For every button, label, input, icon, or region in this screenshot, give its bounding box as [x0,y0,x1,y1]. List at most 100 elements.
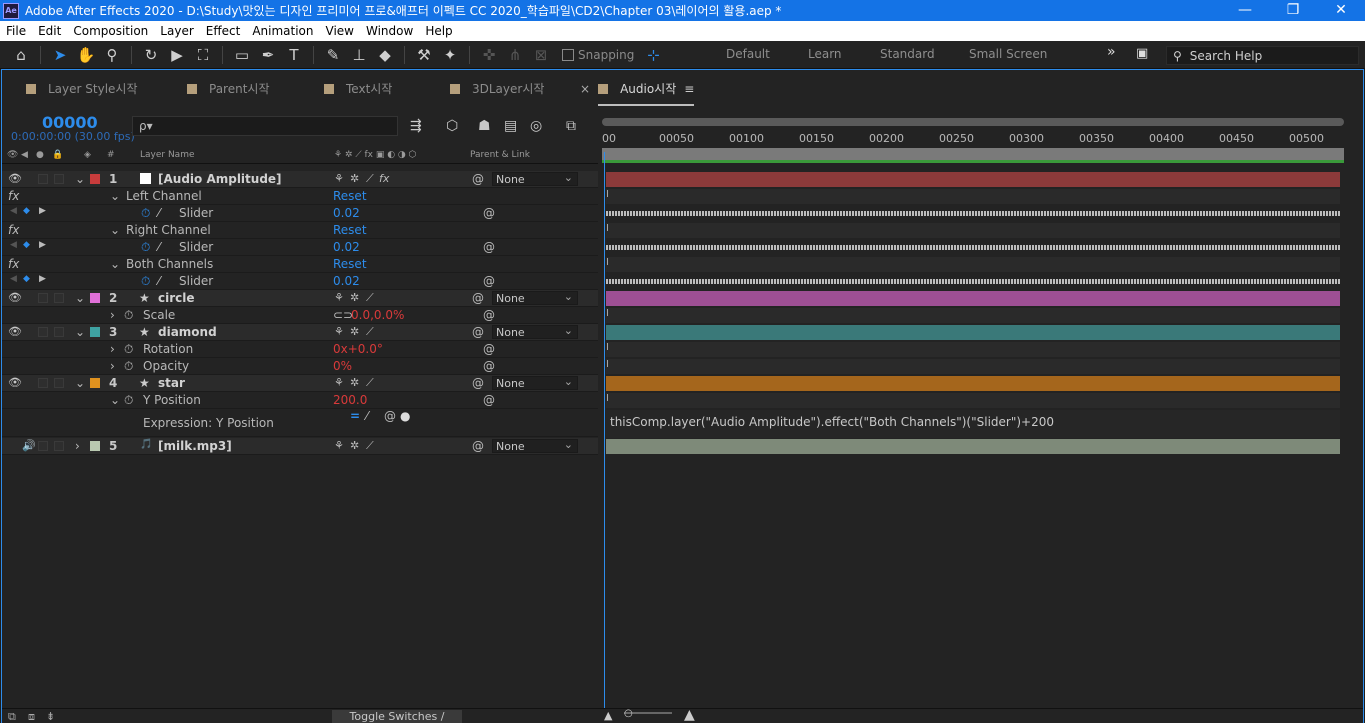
more-workspaces-icon[interactable]: » [1107,44,1116,60]
lock-switch[interactable] [54,174,64,184]
layer-duration-bar[interactable] [606,172,1340,187]
menu-animation[interactable]: Animation [246,24,319,38]
parent-dropdown[interactable]: None ⌄ [492,439,578,453]
label-color-swatch[interactable] [90,174,100,184]
expand-arrow-icon[interactable]: › [110,359,115,373]
hand-tool-icon[interactable]: ✋ [75,44,97,66]
view-axis-icon[interactable]: ⊠ [530,44,552,66]
effect-switch-icon[interactable]: ⟋ [366,172,374,186]
menu-window[interactable]: Window [360,24,419,38]
property-value[interactable]: 0.0,0.0% [351,308,404,322]
keyframe-marker-icon[interactable]: I [606,257,609,268]
solo-switch[interactable] [38,441,48,451]
workspace-small-screen[interactable]: Small Screen [969,47,1047,61]
fx-switch-icon[interactable]: fx [379,172,389,185]
keyframe-marker-icon[interactable]: I [606,308,609,319]
selection-tool-icon[interactable]: ➤ [49,44,71,66]
time-ruler[interactable]: 00 00050 00100 00150 00200 00250 00300 0… [602,118,1354,145]
effect-reset-link[interactable]: Reset [333,189,367,203]
label-color-swatch[interactable] [90,441,100,451]
expression-row[interactable]: Expression: Y Position = ⁄ @ ● [2,409,598,437]
stopwatch-icon[interactable]: ⏱ [141,240,150,255]
fx-icon[interactable]: fx [8,223,19,237]
property-value[interactable]: 0.02 [333,240,360,254]
lock-switch[interactable] [54,441,64,451]
menu-layer[interactable]: Layer [154,24,199,38]
layer-row[interactable]: 👁 ⌄ 3 ★ diamond ⚘ ✲ ⟋ @ None ⌄ [2,324,598,341]
graph-icon[interactable]: ⁄ [158,274,160,288]
pick-whip-icon[interactable]: @ [472,325,484,339]
menu-composition[interactable]: Composition [67,24,154,38]
expression-pick-whip-icon[interactable]: @ [384,409,396,423]
collapse-arrow-icon[interactable]: ⌄ [75,376,85,390]
expand-arrow-icon[interactable]: › [110,308,115,322]
pick-whip-icon[interactable]: @ [483,308,495,322]
menu-effect[interactable]: Effect [200,24,247,38]
keyframe-marker-icon[interactable]: I [606,342,609,353]
audio-speaker-icon[interactable]: 🔊 [22,439,36,452]
graph-editor-icon[interactable]: ⧉ [566,118,576,134]
quality-switch-icon[interactable]: ✲ [350,172,359,185]
restore-button[interactable]: ❐ [1269,0,1317,21]
visibility-eye-icon[interactable]: 👁 [8,172,22,185]
parent-dropdown[interactable]: None ⌄ [492,376,578,390]
shy-switch-icon[interactable]: ⚘ [334,291,344,304]
layer-duration-bar[interactable] [606,325,1340,340]
collapse-arrow-icon[interactable]: ⌄ [110,189,120,203]
prev-keyframe-icon[interactable]: ◀ [10,240,17,250]
layer-search-input[interactable]: ρ▾ [132,116,398,136]
keyframe-diamond-icon[interactable]: ◆ [23,206,30,216]
visibility-eye-icon[interactable]: 👁 [8,291,22,304]
in-out-toggle-icon[interactable]: ⇟ [46,710,55,723]
layer-row[interactable]: 👁 ⌄ 1 [Audio Amplitude] ⚘ ✲ ⟋ fx @ None ⌄ [2,171,598,188]
quality-switch-icon[interactable]: ✲ [350,291,359,304]
layer-duration-bar[interactable] [606,291,1340,306]
solo-switch[interactable] [38,293,48,303]
workspace-standard[interactable]: Standard [880,47,935,61]
zoom-in-icon[interactable]: ▲ [684,707,695,723]
property-row[interactable]: ◀ ◆ ▶ ⏱ ⁄ Slider 0.02 @ [2,273,598,290]
menu-help[interactable]: Help [419,24,458,38]
search-help-field[interactable]: ⚲ Search Help [1166,46,1359,65]
zoom-tool-icon[interactable]: ⚲ [101,44,123,66]
toggle-switches-modes-button[interactable]: Toggle Switches / Modes [332,710,462,723]
tab-audio[interactable]: × Audio시작 ≡ [580,80,694,97]
visibility-eye-icon[interactable]: 👁 [8,376,22,389]
property-value[interactable]: 200.0 [333,393,367,407]
next-keyframe-icon[interactable]: ▶ [39,274,46,284]
collapse-arrow-icon[interactable]: ⌄ [110,223,120,237]
menu-file[interactable]: File [0,24,32,38]
graph-icon[interactable]: ⁄ [158,206,160,220]
zoom-slider-handle[interactable]: ○ [624,708,633,719]
transfer-controls-toggle-icon[interactable]: ⧈ [28,710,35,723]
pick-whip-icon[interactable]: @ [483,274,495,288]
quality-switch-icon[interactable]: ✲ [350,376,359,389]
draft-3d-icon[interactable]: ⬡ [446,118,458,134]
clone-stamp-tool-icon[interactable]: ⊥ [348,44,370,66]
effect-name[interactable]: Right Channel [126,223,211,237]
home-icon[interactable]: ⌂ [10,44,32,66]
layer-duration-bar[interactable] [606,376,1340,391]
pick-whip-icon[interactable]: @ [483,342,495,356]
pick-whip-icon[interactable]: @ [483,206,495,220]
frame-blending-icon[interactable]: ▤ [504,118,517,134]
pick-whip-icon[interactable]: @ [472,291,484,305]
work-area-bar[interactable] [602,148,1344,160]
menu-edit[interactable]: Edit [32,24,67,38]
motion-blur-icon[interactable]: ◎ [530,118,542,134]
effect-row[interactable]: fx ⌄ Right Channel Reset [2,222,598,239]
rectangle-tool-icon[interactable]: ▭ [231,44,253,66]
expand-arrow-icon[interactable]: › [75,439,80,453]
effect-row[interactable]: fx ⌄ Left Channel Reset [2,188,598,205]
stopwatch-icon[interactable]: ⏱ [141,206,150,221]
property-value[interactable]: 0.02 [333,274,360,288]
keyframe-diamond-icon[interactable]: ◆ [23,240,30,250]
shy-switch-icon[interactable]: ⚘ [334,376,344,389]
pick-whip-icon[interactable]: @ [483,240,495,254]
roto-brush-tool-icon[interactable]: ⚒ [413,44,435,66]
keyframe-marker-icon[interactable]: I [606,223,609,234]
shy-switch-icon[interactable]: ⚘ [334,325,344,338]
tab-text[interactable]: Text시작 [324,80,392,97]
property-value[interactable]: 0x+0.0° [333,342,383,356]
collapse-arrow-icon[interactable]: ⌄ [75,291,85,305]
